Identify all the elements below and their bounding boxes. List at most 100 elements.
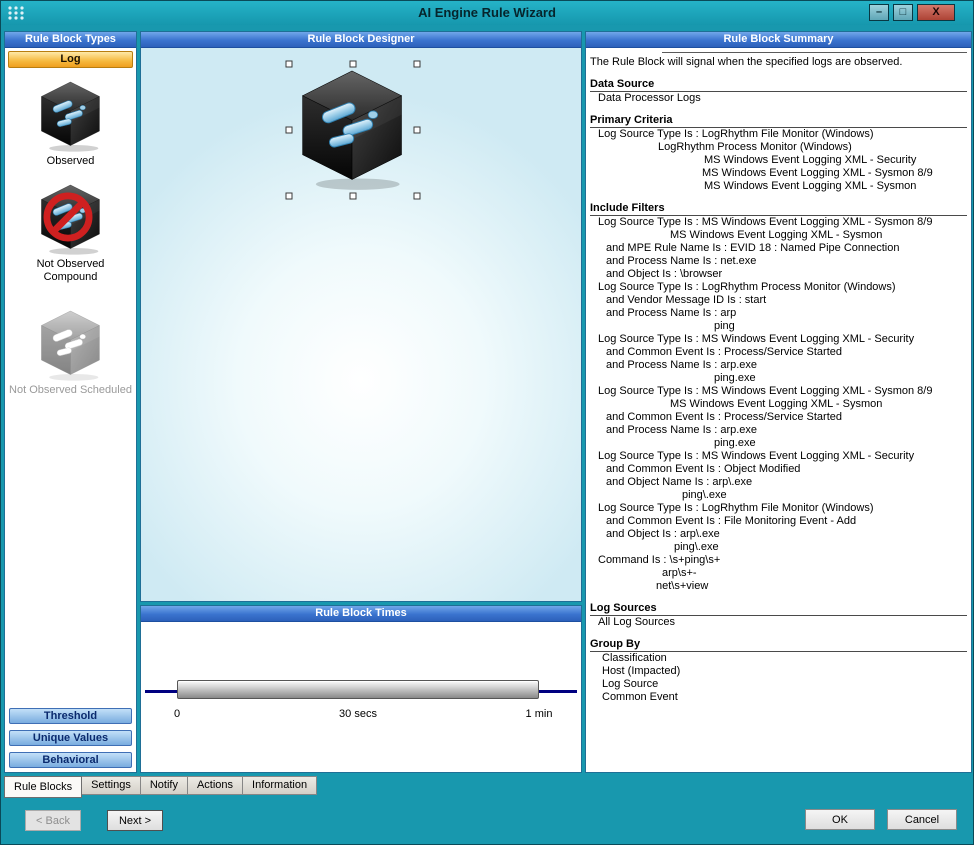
summary-line: Common Event [590,691,967,704]
summary-top-rule [662,52,967,53]
behavioral-button[interactable]: Behavioral [9,752,132,768]
summary-line: Log Source Type Is : MS Windows Event Lo… [590,385,967,398]
designer-canvas[interactable] [141,48,581,601]
summary-line: and Common Event Is : File Monitoring Ev… [590,515,967,528]
rule-block-designer-panel: Rule Block Designer [140,31,582,602]
summary-line: and Process Name Is : arp [590,307,967,320]
log-cube-graphic[interactable] [295,66,411,192]
back-button[interactable]: < Back [25,810,81,831]
observed-cube-icon [37,79,105,153]
summary-line: ping\.exe [590,541,967,554]
window-controls: – □ X [869,4,955,21]
tick-label-30secs: 30 secs [339,708,377,720]
summary-line: and Object Is : arp\.exe [590,528,967,541]
summary-line: Log Source Type Is : MS Windows Event Lo… [590,216,967,229]
maximize-icon: □ [900,6,907,18]
summary-line: Classification [590,652,967,665]
summary-line: and Object Name Is : arp\.exe [590,476,967,489]
prohibition-icon [41,190,95,244]
summary-line: and Common Event Is : Process/Service St… [590,411,967,424]
titlebar: AI Engine Rule Wizard – □ X [1,1,973,25]
tab-label: Notify [150,779,178,791]
log-category-button[interactable]: Log [8,51,133,68]
summary-line: Command Is : \s+ping\s+ [590,554,967,567]
resize-handle-bottom-right[interactable] [414,193,421,200]
rule-type-label: Observed [5,155,136,168]
tab-label: Information [252,779,307,791]
summary-line: net\s+view [590,580,967,593]
summary-line: and MPE Rule Name Is : EVID 18 : Named P… [590,242,967,255]
ai-engine-rule-wizard-window: AI Engine Rule Wizard – □ X Rule Block T… [0,0,974,845]
summary-line: ping.exe [590,437,967,450]
rule-type-observed[interactable]: Observed [5,79,136,168]
rule-type-not-observed-scheduled[interactable]: Not Observed Scheduled [5,308,136,397]
resize-handle-top-middle[interactable] [350,61,357,68]
resize-handle-middle-right[interactable] [414,127,421,134]
rule-type-not-observed-compound[interactable]: Not Observed Compound [5,182,136,284]
tab-actions[interactable]: Actions [187,776,243,795]
summary-section-title: Log Sources [590,602,967,616]
resize-handle-bottom-middle[interactable] [350,193,357,200]
summary-line: Log Source Type Is : LogRhythm File Moni… [590,128,967,141]
summary-sections: Data SourceData Processor Logs Primary Cr… [590,78,967,704]
rule-block-types-panel: Rule Block Types Log Observed Not Observ… [4,31,137,773]
summary-line: MS Windows Event Logging XML - Sysmon [590,229,967,242]
time-slider-bar[interactable] [177,680,539,699]
summary-line: Data Processor Logs [590,92,967,105]
close-icon: X [932,6,939,18]
tick-label-1min: 1 min [526,708,553,720]
tab-rule-blocks[interactable]: Rule Blocks [4,776,82,798]
minimize-icon: – [876,6,882,18]
resize-handle-middle-left[interactable] [286,127,293,134]
unique-values-button[interactable]: Unique Values [9,730,132,746]
not-observed-scheduled-icon [37,308,105,382]
summary-line: MS Windows Event Logging XML - Sysmon [590,398,967,411]
summary-line: and Common Event Is : Object Modified [590,463,967,476]
tab-label: Actions [197,779,233,791]
close-button[interactable]: X [917,4,955,21]
resize-handle-bottom-left[interactable] [286,193,293,200]
minimize-button[interactable]: – [869,4,889,21]
summary-line: and Process Name Is : net.exe [590,255,967,268]
summary-line: Log Source Type Is : LogRhythm Process M… [590,281,967,294]
rule-block-summary-body: The Rule Block will signal when the spec… [586,48,971,772]
summary-line: MS Windows Event Logging XML - Security [590,154,967,167]
summary-line: All Log Sources [590,616,967,629]
window-title: AI Engine Rule Wizard [1,5,973,20]
rule-type-label: Not Observed Compound [5,258,136,284]
summary-section-title: Primary Criteria [590,114,967,128]
summary-line: LogRhythm Process Monitor (Windows) [590,141,967,154]
summary-line: Log Source Type Is : MS Windows Event Lo… [590,450,967,463]
maximize-button[interactable]: □ [893,4,913,21]
summary-line: ping.exe [590,372,967,385]
summary-line: Log Source Type Is : MS Windows Event Lo… [590,333,967,346]
tab-information[interactable]: Information [242,776,317,795]
summary-line: Host (Impacted) [590,665,967,678]
summary-line: Log Source [590,678,967,691]
tab-settings[interactable]: Settings [81,776,141,795]
rule-type-label: Not Observed Scheduled [5,384,136,397]
summary-section-title: Group By [590,638,967,652]
summary-line: and Object Is : \browser [590,268,967,281]
threshold-button[interactable]: Threshold [9,708,132,724]
summary-section-title: Include Filters [590,202,967,216]
summary-line: ping\.exe [590,489,967,502]
bottom-tabstrip: Rule Blocks Settings Notify Actions Info… [4,776,317,798]
summary-line: MS Windows Event Logging XML - Sysmon 8/… [590,167,967,180]
rule-block-summary-header: Rule Block Summary [586,32,971,48]
summary-section-title: Data Source [590,78,967,92]
tab-label: Rule Blocks [14,781,72,793]
summary-line: ping [590,320,967,333]
next-button[interactable]: Next > [107,810,163,831]
not-observed-compound-icon [37,182,105,256]
rule-block-times-header: Rule Block Times [141,606,581,622]
summary-line: and Process Name Is : arp.exe [590,359,967,372]
cancel-button[interactable]: Cancel [887,809,957,830]
summary-intro: The Rule Block will signal when the spec… [590,56,967,69]
resize-handle-top-left[interactable] [286,61,293,68]
rule-block-times-panel: Rule Block Times 0 30 secs 1 min [140,605,582,773]
rule-block-designer-header: Rule Block Designer [141,32,581,48]
tab-notify[interactable]: Notify [140,776,188,795]
resize-handle-top-right[interactable] [414,61,421,68]
ok-button[interactable]: OK [805,809,875,830]
